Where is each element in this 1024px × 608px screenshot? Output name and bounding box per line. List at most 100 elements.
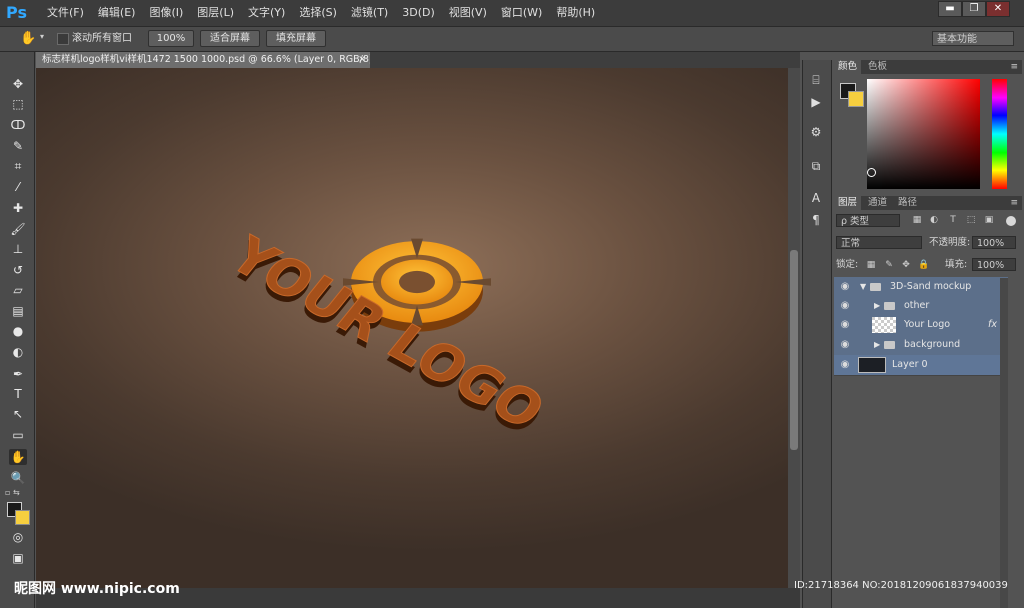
canvas-scroll-thumb[interactable] (790, 250, 798, 450)
lock-transparent-icon[interactable]: ▦ (866, 260, 876, 270)
fit-screen-button[interactable]: 适合屏幕 (200, 30, 260, 47)
properties-panel-icon[interactable]: ⚙ (808, 124, 824, 140)
menu-view[interactable]: 视图(V) (442, 0, 494, 26)
color-picker-cursor[interactable] (867, 168, 876, 177)
tab-color[interactable]: 颜色 (834, 60, 862, 74)
rectangle-tool-icon[interactable]: ▭ (9, 427, 27, 443)
menu-image[interactable]: 图像(I) (142, 0, 190, 26)
layer-row[interactable]: ◉ Your Logo fx (834, 315, 1008, 336)
quick-mask-icon[interactable]: ◎ (9, 529, 27, 545)
marquee-tool-icon[interactable]: ⬚ (9, 96, 27, 112)
history-brush-tool-icon[interactable]: ↺ (9, 262, 27, 278)
move-tool-icon[interactable]: ✥ (9, 76, 27, 92)
gradient-tool-icon[interactable]: ▤ (9, 303, 27, 319)
layer-row[interactable]: ◉ ▶ other (834, 296, 1008, 317)
clone-source-panel-icon[interactable]: ⧉ (808, 158, 824, 174)
screen-mode-icon[interactable]: ▣ (9, 550, 27, 566)
layer-row[interactable]: ◉ ▼ 3D-Sand mockup (834, 277, 1008, 298)
menu-filter[interactable]: 滤镜(T) (344, 0, 395, 26)
lasso-tool-icon[interactable]: ↀ (9, 117, 27, 133)
visibility-eye-icon[interactable]: ◉ (836, 298, 854, 314)
layer-row[interactable]: ◉ ▶ background (834, 335, 1008, 356)
expand-arrow-icon[interactable]: ▼ (860, 277, 866, 297)
fill-input[interactable]: 100% (972, 258, 1016, 271)
character-panel-icon[interactable]: A (808, 190, 824, 206)
tab-paths[interactable]: 路径 (894, 196, 921, 210)
zoom-100-button[interactable]: 100% (148, 30, 194, 47)
visibility-eye-icon[interactable]: ◉ (836, 279, 854, 295)
filter-shape-icon[interactable]: ⬚ (966, 215, 976, 225)
crop-tool-icon[interactable]: ⌗ (9, 158, 27, 174)
filter-type-icon[interactable]: T (948, 215, 958, 225)
eraser-tool-icon[interactable]: ▱ (9, 282, 27, 298)
layers-scrollbar[interactable] (1000, 278, 1008, 608)
pen-tool-icon[interactable]: ✒ (9, 366, 27, 382)
opacity-label: 不透明度: (929, 237, 971, 248)
filter-pixel-icon[interactable]: ▦ (912, 215, 922, 225)
layer-row[interactable]: ◉ Layer 0 (834, 355, 1008, 376)
expand-arrow-icon[interactable]: ▶ (874, 335, 880, 355)
lock-position-icon[interactable]: ✥ (901, 260, 911, 270)
layer-filter-select[interactable]: ρ 类型 (836, 214, 900, 227)
document-close-icon[interactable]: × (358, 52, 368, 68)
menu-layer[interactable]: 图层(L) (190, 0, 241, 26)
filter-toggle-icon[interactable] (1006, 216, 1016, 226)
watermark-site: 昵图网 www.nipic.com (14, 581, 180, 597)
healing-brush-tool-icon[interactable]: ✚ (9, 200, 27, 216)
minimize-button[interactable]: ▬ (938, 1, 962, 17)
visibility-eye-icon[interactable]: ◉ (836, 317, 854, 333)
visibility-eye-icon[interactable]: ◉ (836, 357, 854, 373)
panel-icon-strip (802, 60, 832, 608)
clone-stamp-tool-icon[interactable]: ⊥ (9, 241, 27, 257)
lock-all-icon[interactable]: 🔒 (918, 260, 929, 270)
panel-background-swatch[interactable] (848, 91, 864, 107)
blend-mode-select[interactable]: 正常 (836, 236, 922, 249)
fx-icon[interactable]: fx (988, 315, 997, 335)
quick-select-tool-icon[interactable]: ✎ (9, 138, 27, 154)
history-panel-icon[interactable]: ⌸ (808, 72, 824, 88)
filter-adjustment-icon[interactable]: ◐ (929, 215, 939, 225)
menu-bar: Ps 文件(F) 编辑(E) 图像(I) 图层(L) 文字(Y) 选择(S) 滤… (0, 0, 1024, 27)
dodge-tool-icon[interactable]: ◐ (9, 344, 27, 360)
layers-panel-menu-icon[interactable]: ≡ (1010, 196, 1018, 210)
layer-thumbnail (858, 357, 886, 373)
actions-panel-icon[interactable]: ▶ (808, 94, 824, 110)
opacity-input[interactable]: 100% (972, 236, 1016, 249)
tab-layers[interactable]: 图层 (834, 196, 862, 210)
swap-colors-icon[interactable]: ▫ ⇆ (5, 488, 29, 498)
document-tab[interactable]: 标志样机logo样机vi样机1472 1500 1000.psd @ 66.6%… (36, 52, 370, 68)
menu-select[interactable]: 选择(S) (292, 0, 344, 26)
brush-tool-icon[interactable]: 🖌 (9, 221, 27, 237)
paragraph-panel-icon[interactable]: ¶ (808, 212, 824, 228)
hand-tool-icon[interactable]: ✋ (9, 449, 27, 465)
type-tool-icon[interactable]: T (9, 386, 27, 402)
menu-3d[interactable]: 3D(D) (395, 0, 442, 26)
tab-channels[interactable]: 通道 (864, 196, 891, 210)
document-canvas[interactable]: YOUR LOGO YOUR LOGO (36, 68, 800, 588)
visibility-eye-icon[interactable]: ◉ (836, 337, 854, 353)
path-select-tool-icon[interactable]: ↖ (9, 406, 27, 422)
expand-arrow-icon[interactable]: ▶ (874, 296, 880, 316)
filter-smart-object-icon[interactable]: ▣ (984, 215, 994, 225)
fill-screen-button[interactable]: 填充屏幕 (266, 30, 326, 47)
lock-pixels-icon[interactable]: ✎ (884, 260, 894, 270)
menu-edit[interactable]: 编辑(E) (91, 0, 143, 26)
color-panel-menu-icon[interactable]: ≡ (1010, 60, 1018, 74)
zoom-tool-icon[interactable]: 🔍 (9, 470, 27, 486)
hand-tool-preset-icon[interactable]: ✋ (20, 30, 38, 48)
hue-slider[interactable] (992, 79, 1007, 189)
workspace-select[interactable]: 基本功能 (932, 31, 1014, 46)
background-color-swatch[interactable] (15, 510, 30, 525)
menu-window[interactable]: 窗口(W) (494, 0, 549, 26)
scroll-all-checkbox[interactable] (57, 33, 69, 45)
close-window-button[interactable]: ✕ (986, 1, 1010, 17)
menu-type[interactable]: 文字(Y) (241, 0, 292, 26)
menu-help[interactable]: 帮助(H) (549, 0, 602, 26)
blur-tool-icon[interactable]: ● (9, 323, 27, 339)
menu-file[interactable]: 文件(F) (40, 0, 91, 26)
chevron-down-icon[interactable]: ▾ (40, 32, 44, 41)
color-picker-field[interactable] (867, 79, 980, 189)
tab-swatches[interactable]: 色板 (864, 60, 891, 74)
restore-button[interactable]: ❐ (962, 1, 986, 17)
eyedropper-tool-icon[interactable]: ⁄ (9, 179, 27, 195)
